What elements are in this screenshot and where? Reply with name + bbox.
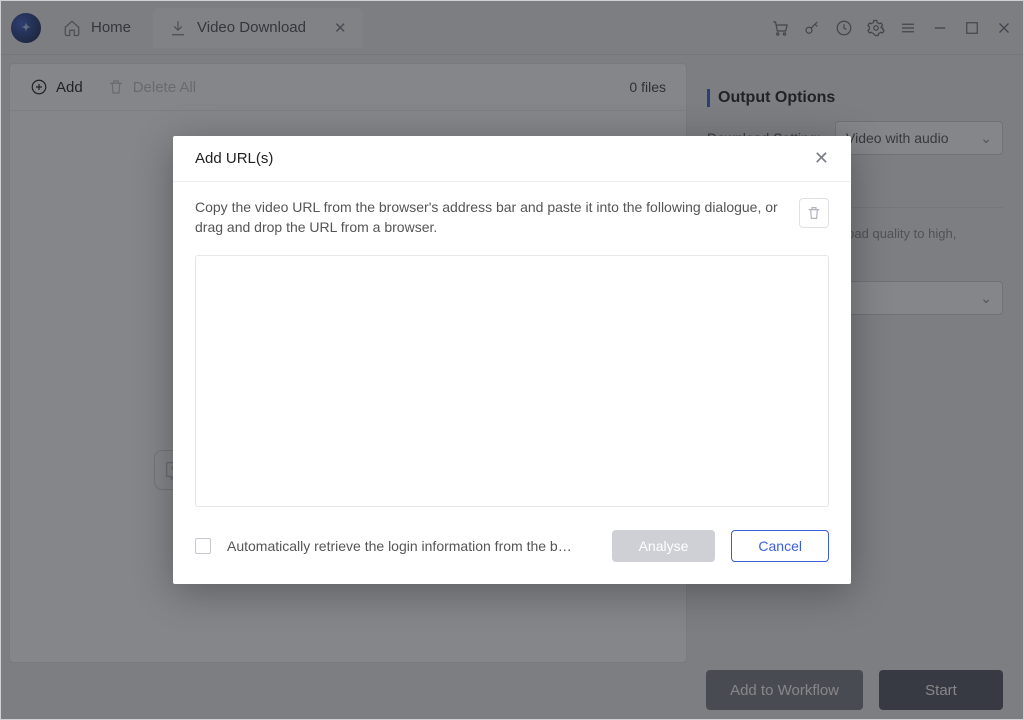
- modal-header: Add URL(s) ✕: [173, 136, 851, 182]
- cancel-button[interactable]: Cancel: [731, 530, 829, 562]
- modal-overlay: Add URL(s) ✕ Copy the video URL from the…: [1, 1, 1023, 719]
- modal-body: Copy the video URL from the browser's ad…: [173, 182, 851, 516]
- add-url-modal: Add URL(s) ✕ Copy the video URL from the…: [173, 136, 851, 584]
- clear-urls-button[interactable]: [799, 198, 829, 228]
- modal-footer: Automatically retrieve the login informa…: [173, 516, 851, 584]
- modal-instruction: Copy the video URL from the browser's ad…: [195, 198, 787, 237]
- modal-close-button[interactable]: ✕: [814, 148, 829, 169]
- app-window: ✦ Home Video Download ✕: [0, 0, 1024, 720]
- auto-login-label: Automatically retrieve the login informa…: [227, 538, 572, 554]
- modal-title: Add URL(s): [195, 150, 273, 167]
- auto-login-checkbox[interactable]: [195, 538, 211, 554]
- url-textarea[interactable]: [195, 255, 829, 507]
- analyse-button[interactable]: Analyse: [612, 530, 716, 562]
